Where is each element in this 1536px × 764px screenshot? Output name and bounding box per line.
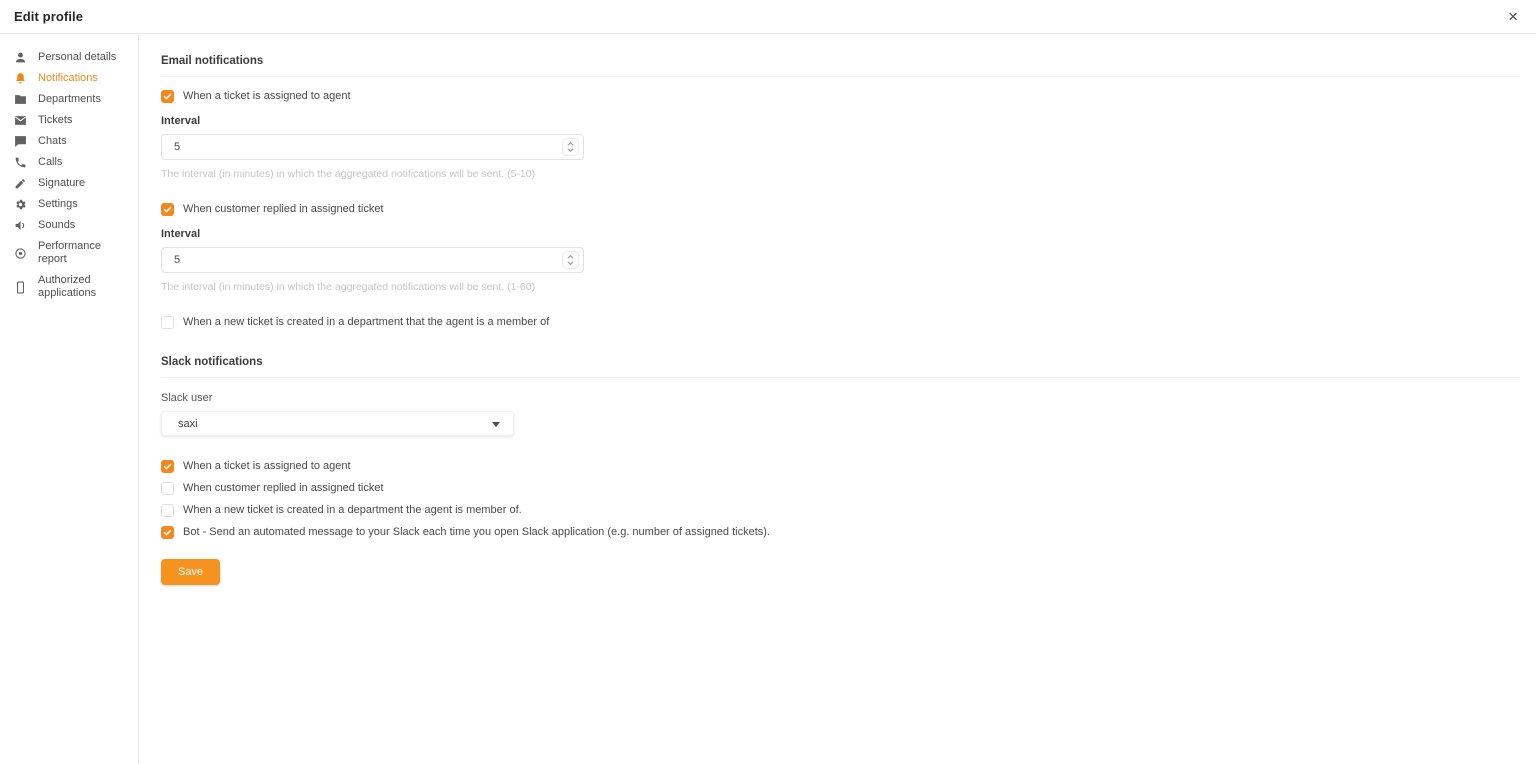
checkbox[interactable] [161, 203, 174, 216]
sidebar-item-label: Settings [38, 198, 78, 211]
layout: Personal details Notifications Departmen… [0, 34, 1536, 764]
checkbox[interactable] [161, 526, 174, 539]
sidebar-item-calls[interactable]: Calls [0, 152, 138, 173]
chat-icon [14, 135, 27, 148]
bell-icon [14, 72, 27, 85]
sidebar-item-signature[interactable]: Signature [0, 173, 138, 194]
email-option-row[interactable]: When customer replied in assigned ticket [161, 203, 1520, 216]
sidebar-item-sounds[interactable]: Sounds [0, 215, 138, 236]
email-option-group: When customer replied in assigned ticket… [161, 203, 1520, 293]
checkbox[interactable] [161, 482, 174, 495]
titlebar: Edit profile × [0, 0, 1536, 34]
interval-input[interactable] [161, 134, 584, 160]
sidebar-item-notifications[interactable]: Notifications [0, 68, 138, 89]
sidebar-item-label: Calls [38, 156, 62, 169]
interval-input[interactable] [161, 247, 584, 273]
checkbox-label: When a new ticket is created in a depart… [183, 316, 549, 329]
interval-label: Interval [161, 228, 1520, 240]
sidebar-item-label: Notifications [38, 72, 98, 85]
section-divider [161, 76, 1520, 77]
section-divider [161, 377, 1520, 378]
sidebar-item-label: Performance report [38, 240, 132, 266]
sidebar-item-departments[interactable]: Departments [0, 89, 138, 110]
sidebar-item-authorized-applications[interactable]: Authorized applications [0, 270, 138, 304]
interval-helper-text: The interval (in minutes) in which the a… [161, 168, 1520, 180]
sidebar-nav: Personal details Notifications Departmen… [0, 34, 139, 764]
checkbox[interactable] [161, 460, 174, 473]
sidebar-item-settings[interactable]: Settings [0, 194, 138, 215]
slack-option-row[interactable]: When a new ticket is created in a depart… [161, 504, 1520, 517]
checkbox-label: When customer replied in assigned ticket [183, 203, 384, 216]
sidebar-item-personal-details[interactable]: Personal details [0, 47, 138, 68]
slack-user-selected-value: saxi [178, 418, 198, 430]
email-option-group: When a ticket is assigned to agent Inter… [161, 90, 1520, 180]
stepper-icon[interactable] [562, 138, 579, 156]
sidebar-item-label: Tickets [38, 114, 72, 127]
sidebar-item-label: Personal details [38, 51, 116, 64]
slack-user-label: Slack user [161, 392, 1520, 404]
save-button[interactable]: Save [161, 559, 220, 585]
email-options: When a ticket is assigned to agent Inter… [161, 90, 1520, 329]
sidebar-item-label: Signature [38, 177, 85, 190]
speaker-icon [14, 219, 27, 232]
checkbox-label: When a ticket is assigned to agent [183, 90, 351, 103]
slack-option-row[interactable]: Bot - Send an automated message to your … [161, 526, 1520, 539]
slack-options: When a ticket is assigned to agent When … [161, 460, 1520, 539]
phone-icon [14, 156, 27, 169]
chevron-down-icon [492, 422, 500, 427]
gear-icon [14, 198, 27, 211]
sidebar-item-label: Departments [38, 93, 101, 106]
slack-user-select[interactable]: saxi [161, 411, 514, 436]
slack-notifications-section: Slack notifications Slack user saxi When… [161, 356, 1520, 585]
sidebar-item-label: Authorized applications [38, 274, 132, 300]
sidebar-item-tickets[interactable]: Tickets [0, 110, 138, 131]
slack-option-row[interactable]: When customer replied in assigned ticket [161, 482, 1520, 495]
email-option-row[interactable]: When a ticket is assigned to agent [161, 90, 1520, 103]
slack-option-row[interactable]: When a ticket is assigned to agent [161, 460, 1520, 473]
checkbox-label: When a ticket is assigned to agent [183, 460, 351, 473]
stepper-icon[interactable] [562, 251, 579, 269]
page-title: Edit profile [14, 9, 83, 24]
checkbox[interactable] [161, 504, 174, 517]
checkbox-label: When a new ticket is created in a depart… [183, 504, 522, 517]
checkbox[interactable] [161, 90, 174, 103]
pen-icon [14, 177, 27, 190]
email-section-heading: Email notifications [161, 55, 1520, 67]
interval-label: Interval [161, 115, 1520, 127]
envelope-icon [14, 114, 27, 127]
checkbox-label: Bot - Send an automated message to your … [183, 526, 770, 539]
slack-section-heading: Slack notifications [161, 356, 1520, 368]
sidebar-item-label: Chats [38, 135, 67, 148]
checkbox[interactable] [161, 316, 174, 329]
sidebar-item-performance-report[interactable]: Performance report [0, 236, 138, 270]
sidebar-item-label: Sounds [38, 219, 75, 232]
close-icon[interactable]: × [1508, 8, 1518, 25]
interval-helper-text: The interval (in minutes) in which the a… [161, 281, 1520, 293]
sidebar-item-chats[interactable]: Chats [0, 131, 138, 152]
target-icon [14, 247, 27, 260]
interval-field [161, 247, 584, 273]
smartphone-icon [14, 281, 27, 294]
folder-icon [14, 93, 27, 106]
email-notifications-section: Email notifications When a ticket is ass… [161, 55, 1520, 329]
email-option-group: When a new ticket is created in a depart… [161, 316, 1520, 329]
checkbox-label: When customer replied in assigned ticket [183, 482, 384, 495]
main-content: Email notifications When a ticket is ass… [139, 34, 1536, 764]
person-icon [14, 51, 27, 64]
interval-field [161, 134, 584, 160]
email-option-row[interactable]: When a new ticket is created in a depart… [161, 316, 1520, 329]
